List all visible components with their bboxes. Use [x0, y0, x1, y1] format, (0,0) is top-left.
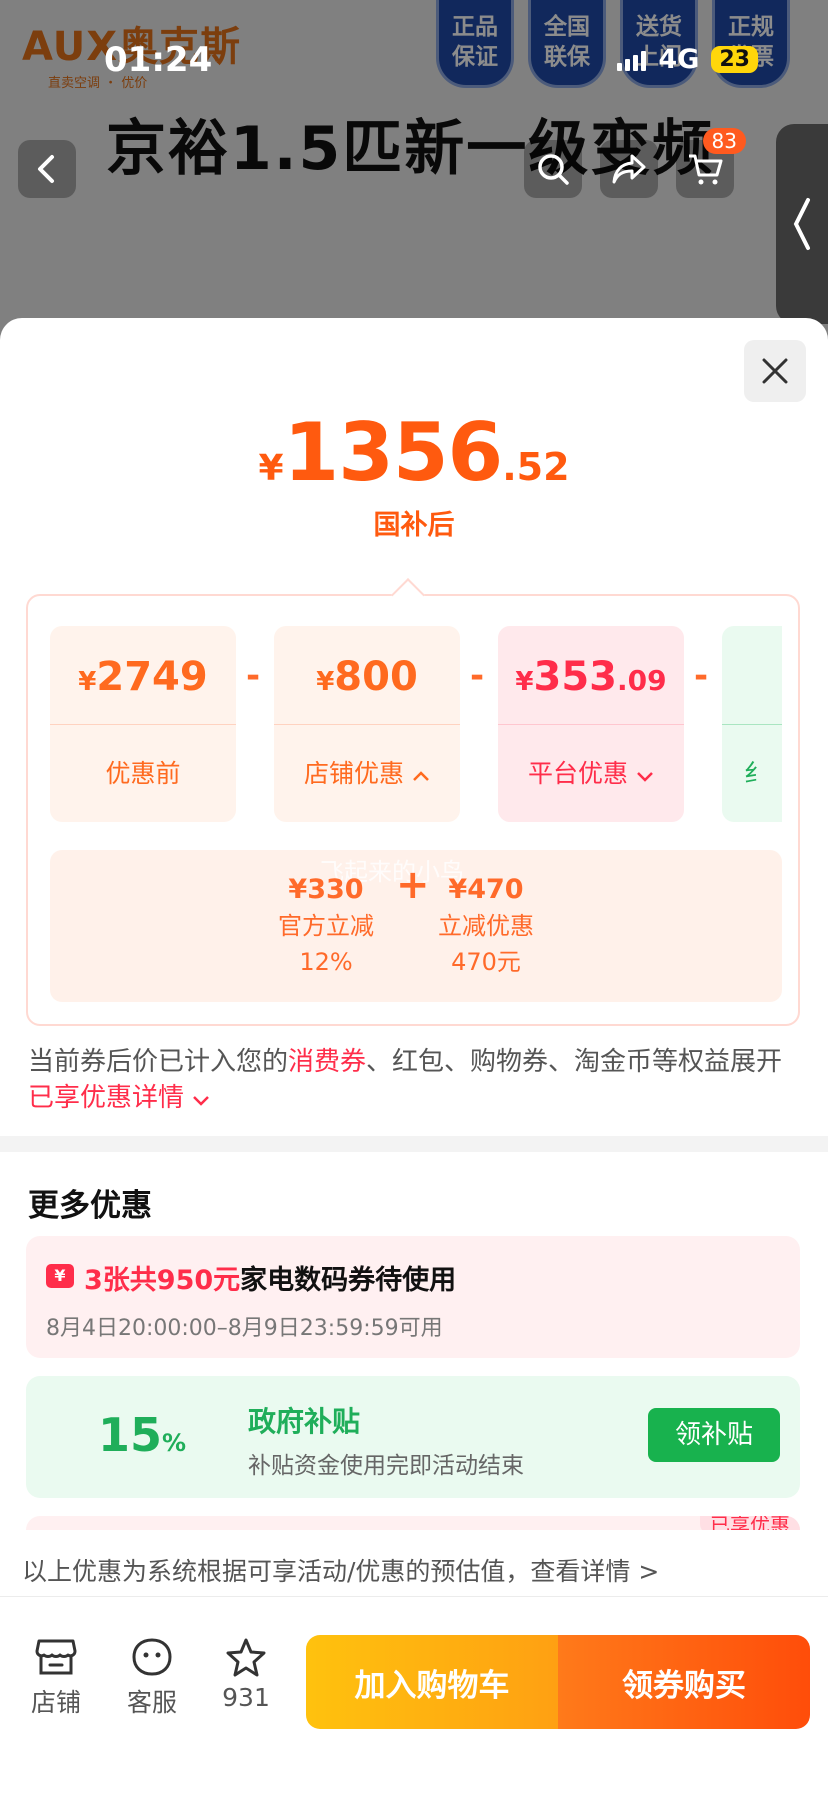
store-label: 店铺 [30, 1688, 81, 1717]
appliance-coupon-card[interactable]: ¥ 3张共950元家电数码券待使用 8月4日20:00:00–8月9日23:59… [26, 1236, 800, 1358]
price-decimal: .52 [502, 445, 570, 489]
price-integer: 1356 [283, 406, 504, 499]
status-indicators: 4G 23 [617, 44, 758, 75]
close-button[interactable] [744, 340, 806, 402]
price-currency: ¥ [258, 448, 284, 489]
favorite-button[interactable]: 931 [206, 1637, 286, 1712]
share-button[interactable] [600, 140, 658, 198]
service-label: 客服 [126, 1688, 177, 1717]
add-to-cart-button[interactable]: 加入购物车 [306, 1635, 558, 1729]
section-divider [0, 1136, 828, 1152]
chevron-down-icon [193, 1096, 210, 1106]
chevron-down-icon [637, 772, 653, 782]
breakdown-government-subsidy[interactable]: ¥ 纟 [722, 626, 782, 822]
subsidy-title: 政府补贴 [248, 1405, 361, 1438]
network-label: 4G [658, 44, 700, 75]
instant-discount: ¥470 立减优惠 470元 [438, 874, 534, 976]
customer-service-button[interactable]: 客服 [112, 1637, 192, 1719]
subsidy-description: 补贴资金使用完即活动结束 [248, 1453, 524, 1479]
star-icon [226, 1638, 266, 1677]
discount-detail-sheet: ¥1356.52 国补后 ¥2749 优惠前 - ¥800 店铺优惠 - ¥35… [0, 318, 828, 1796]
breakdown-label: 店铺优惠 [304, 759, 405, 788]
close-icon [762, 358, 788, 384]
search-icon [538, 154, 569, 185]
official-discount: ¥330 官方立减 12% [278, 874, 374, 976]
purchase-buttons: 加入购物车 领券购买 [306, 1635, 810, 1729]
breakdown-original-price: ¥2749 优惠前 [50, 626, 236, 822]
price-breakdown: ¥2749 优惠前 - ¥800 店铺优惠 - ¥353.09 平台优惠 - ¥ [26, 594, 800, 1026]
more-offers-title: 更多优惠 [28, 1188, 152, 1224]
share-icon [612, 154, 646, 184]
battery-icon: 23 [711, 46, 758, 73]
search-button[interactable] [524, 140, 582, 198]
claim-subsidy-button[interactable]: 领补贴 [648, 1408, 780, 1462]
price-note: 国补后 [373, 510, 455, 541]
minus-sign: - [246, 656, 261, 696]
signal-icon [617, 49, 647, 71]
breakdown-label: 优惠前 [105, 759, 181, 788]
final-price: ¥1356.52 [0, 406, 828, 499]
breakdown-label: 平台优惠 [528, 759, 629, 788]
breakdown-label: 纟 [744, 759, 770, 788]
breakdown-platform-discount[interactable]: ¥353.09 平台优惠 [498, 626, 684, 822]
service-face-icon [132, 1638, 172, 1676]
chevron-left-icon [38, 155, 54, 183]
coupon-icon: ¥ [46, 1264, 74, 1288]
chevron-left-icon [793, 198, 810, 250]
consumption-coupon-link[interactable]: 消费券 [288, 1047, 366, 1077]
enjoyed-discount-details-link[interactable]: 已享优惠详情 [28, 1083, 210, 1113]
cart-button[interactable]: 83 [676, 128, 746, 198]
price-notice: 当前券后价已计入您的消费券、红包、购物券、淘金币等权益展开已享优惠详情 [28, 1047, 783, 1113]
minus-sign: - [470, 656, 485, 696]
status-time: 01:24 [104, 40, 213, 80]
side-drawer-tab[interactable] [776, 124, 828, 324]
cart-icon [689, 154, 723, 185]
bottom-action-bar: 店铺 客服 931 加入购物车 领券购买 [0, 1596, 828, 1796]
breakdown-row: ¥2749 优惠前 - ¥800 店铺优惠 - ¥353.09 平台优惠 - ¥ [50, 626, 782, 822]
cart-count-badge: 83 [702, 128, 746, 154]
subsidy-percent: 15% [98, 1408, 187, 1462]
coupon-title: 3张共950元家电数码券待使用 [84, 1265, 457, 1296]
breakdown-store-discount[interactable]: ¥800 店铺优惠 [274, 626, 460, 822]
store-discount-detail: 飞起来的小鸟 ¥330 官方立减 12% + ¥470 立减优惠 470元 [50, 850, 782, 1002]
disclaimer-link[interactable]: 以上优惠为系统根据可享活动/优惠的预估值，查看详情 > [22, 1552, 659, 1588]
claim-coupon-buy-button[interactable]: 领券购买 [558, 1635, 810, 1729]
favorite-count: 931 [222, 1683, 270, 1712]
minus-sign: - [694, 656, 709, 696]
store-button[interactable]: 店铺 [16, 1637, 96, 1719]
store-icon [35, 1639, 77, 1675]
coupon-validity: 8月4日20:00:00–8月9日23:59:59可用 [46, 1316, 443, 1341]
back-button[interactable] [18, 140, 76, 198]
government-subsidy-card: 15% 政府补贴 补贴资金使用完即活动结束 领补贴 [26, 1376, 800, 1498]
chevron-up-icon [413, 771, 429, 781]
